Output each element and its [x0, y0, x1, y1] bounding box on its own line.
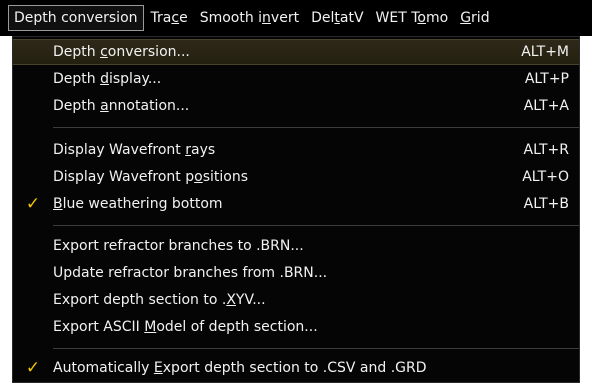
menu-deltatv[interactable]: DeltatV [306, 5, 368, 31]
menu-label: Del [311, 10, 335, 26]
menu-item-export-depth-section-xyv[interactable]: Export depth section to .XYV... [13, 287, 579, 313]
menu-item-label: Depth display... [53, 71, 162, 87]
shortcut-label: ALT+A [523, 98, 569, 114]
menu-item-label: Export ASCII Model of depth section... [53, 319, 318, 335]
menu-label-rest: rid [471, 10, 490, 26]
menu-item-auto-export-csv-grd[interactable]: ✓ Automatically Export depth section to … [13, 355, 579, 381]
menu-item-export-ascii-model[interactable]: Export ASCII Model of depth section... [13, 314, 579, 340]
menu-item-label: Export depth section to .XYV... [53, 292, 266, 308]
shortcut-label: ALT+O [522, 169, 569, 185]
depth-conversion-dropdown: Depth conversion... ALT+M Depth display.… [12, 36, 580, 383]
menu-label: WET T [375, 10, 418, 26]
menu-item-depth-annotation[interactable]: Depth annotation... ALT+A [13, 93, 579, 119]
menu-label-rest: vert [270, 10, 300, 26]
menu-grid[interactable]: Grid [455, 5, 494, 31]
check-icon: ✓ [25, 194, 41, 214]
menu-mnemonic: c [171, 10, 180, 26]
menu-item-export-refractor-branches[interactable]: Export refractor branches to .BRN... [13, 233, 579, 259]
menu-label-rest: mo [425, 10, 449, 26]
menu-item-label: Display Wavefront positions [53, 169, 248, 185]
menu-item-label: Depth annotation... [53, 98, 190, 114]
menu-item-display-wavefront-rays[interactable]: Display Wavefront rays ALT+R [13, 137, 579, 163]
menu-item-label: Depth conversion... [53, 44, 190, 60]
menu-item-label: Automatically Export depth section to .C… [53, 360, 427, 376]
shortcut-label: ALT+R [523, 142, 569, 158]
menu-smooth-invert[interactable]: Smooth invert [195, 5, 304, 31]
menu-trace[interactable]: Trace [146, 5, 193, 31]
menu-item-depth-conversion[interactable]: Depth conversion... ALT+M [13, 39, 579, 65]
menu-depth-conversion[interactable]: Depth conversion [8, 5, 144, 31]
menu-item-label: Display Wavefront rays [53, 142, 216, 158]
menu-item-display-wavefront-positions[interactable]: Display Wavefront positions ALT+O [13, 164, 579, 190]
menu-item-label: Blue weathering bottom [53, 196, 223, 212]
shortcut-label: ALT+P [524, 71, 569, 87]
menu-label: Depth conversion [14, 10, 138, 26]
menu-item-blue-weathering-bottom[interactable]: ✓ Blue weathering bottom ALT+B [13, 191, 579, 217]
menu-separator [53, 348, 579, 349]
menu-label-rest: atV [339, 10, 364, 26]
menu-label: Smooth i [199, 10, 263, 26]
menu-mnemonic: G [460, 10, 472, 26]
menu-bar: Depth conversion Trace Smooth invert Del… [0, 0, 592, 36]
menu-item-label: Export refractor branches to .BRN... [53, 238, 304, 254]
menu-separator [53, 225, 579, 226]
menu-item-update-refractor-branches[interactable]: Update refractor branches from .BRN... [13, 260, 579, 286]
shortcut-label: ALT+B [523, 196, 569, 212]
menu-separator [53, 127, 579, 128]
menu-mnemonic: o [417, 10, 426, 26]
menu-item-depth-display[interactable]: Depth display... ALT+P [13, 66, 579, 92]
menu-wet-tomo[interactable]: WET Tomo [371, 5, 454, 31]
check-icon: ✓ [25, 358, 41, 378]
menu-mnemonic: n [262, 10, 271, 26]
menu-item-label: Update refractor branches from .BRN... [53, 265, 328, 281]
shortcut-label: ALT+M [521, 44, 569, 60]
menu-label: Tra [150, 10, 172, 26]
menu-label-rest: e [179, 10, 188, 26]
